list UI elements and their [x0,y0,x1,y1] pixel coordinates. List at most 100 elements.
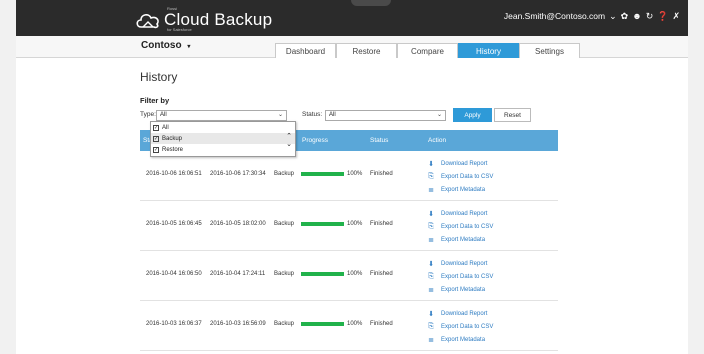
chevron-down-icon: ⌄ [436,112,442,118]
download-report-label: Download Report [441,310,488,317]
tab-history[interactable]: History [458,43,519,58]
progress-label: 100% [347,271,363,277]
col-action: Action [428,137,447,144]
checkbox-checked-icon[interactable]: ✓ [153,146,159,153]
job-status: Finished [370,321,393,327]
user-area: Jean.Smith@Contoso.com ⌄ ✿ ☻ ↻ ❓ ✗ [504,11,680,21]
option-label: Restore [162,146,184,153]
cloud-icon [136,14,159,29]
database-icon: ≣ [428,236,434,244]
table-row: 2016-10-06 16:06:51 2016-10-06 17:30:34 … [140,151,558,201]
export-file-icon: ⎘ [428,222,434,230]
download-icon: ⬇ [428,160,434,168]
page: Rossi Cloud Backup for Salesforce Jean.S… [0,0,704,354]
table-row: 2016-10-03 16:06:37 2016-10-03 16:56:09 … [140,301,558,351]
smile-icon[interactable]: ☻ [632,11,641,21]
download-report-label: Download Report [441,210,488,217]
dropdown-option-all[interactable]: ✓ All [151,122,295,133]
export-csv-link[interactable]: ⎘ Export Data to CSV [427,220,493,233]
progress-bar [301,222,344,226]
download-report-link[interactable]: ⬇ Download Report [427,157,493,170]
type-dropdown: ✓ All ✓ Backup ✓ Restore ⌃ ⌄ [150,121,296,157]
progress-bar [301,322,344,326]
tab-dashboard[interactable]: Dashboard [275,43,336,58]
option-label: Backup [162,135,183,142]
checkbox-checked-icon[interactable]: ✓ [153,135,159,142]
org-selector[interactable]: Contoso ▾ [141,40,190,51]
col-progress: Progress [302,137,329,144]
sync-icon[interactable]: ↻ [646,11,654,21]
job-type: Backup [274,171,295,177]
option-label: All [162,124,169,131]
end-time: 2016-10-06 17:30:34 [210,171,266,177]
chevron-down-icon[interactable]: ⌄ [609,11,617,21]
export-csv-label: Export Data to CSV [441,223,494,230]
user-email[interactable]: Jean.Smith@Contoso.com [504,11,605,21]
export-csv-label: Export Data to CSV [441,273,494,280]
main-tabs: Dashboard Restore Compare History Settin… [275,43,580,58]
page-title: History [140,70,178,84]
download-report-link[interactable]: ⬇ Download Report [427,307,493,320]
app-subtitle: for Salesforce [167,27,192,32]
tab-settings[interactable]: Settings [519,43,580,58]
table-row: 2016-10-05 16:06:45 2016-10-05 18:02:00 … [140,201,558,251]
reset-button[interactable]: Reset [494,108,531,122]
export-metadata-link[interactable]: ≣ Export Metadata [427,283,493,296]
export-csv-label: Export Data to CSV [441,173,494,180]
caret-down-icon: ▾ [187,44,191,50]
export-file-icon: ⎘ [428,322,434,330]
status-select-value: All [329,112,336,118]
type-label: Type: [140,111,156,118]
gear-icon[interactable]: ✿ [621,11,629,21]
export-metadata-link[interactable]: ≣ Export Metadata [427,233,493,246]
progress-label: 100% [347,221,363,227]
org-bar: Contoso ▾ Dashboard Restore Compare Hist… [16,36,688,58]
job-type: Backup [274,271,295,277]
row-actions: ⬇ Download Report ⎘ Export Data to CSV ≣ Ex… [427,257,493,296]
export-csv-link[interactable]: ⎘ Export Data to CSV [427,270,493,283]
status-select[interactable]: All ⌄ [325,110,446,121]
export-metadata-link[interactable]: ≣ Export Metadata [427,183,493,196]
main-content: History Filter by Type: All ⌄ Status: Al… [16,58,688,354]
row-actions: ⬇ Download Report ⎘ Export Data to CSV ≣ Ex… [427,207,493,246]
export-metadata-label: Export Metadata [441,286,486,293]
dropdown-scroll-arrows[interactable]: ⌃ ⌄ [286,133,292,149]
dropdown-option-backup[interactable]: ✓ Backup [151,133,295,144]
row-actions: ⬇ Download Report ⎘ Export Data to CSV ≣ Ex… [427,307,493,346]
chevron-up-icon[interactable]: ⌃ [286,133,292,141]
end-time: 2016-10-05 18:02:00 [210,221,266,227]
top-notch [351,0,391,6]
app-logo[interactable]: Rossi Cloud Backup for Salesforce [134,4,272,32]
top-bar: Rossi Cloud Backup for Salesforce Jean.S… [16,0,688,36]
download-icon: ⬇ [428,260,434,268]
progress-bar [301,172,344,176]
database-icon: ≣ [428,186,434,194]
database-icon: ≣ [428,286,434,294]
database-icon: ≣ [428,336,434,344]
type-select[interactable]: All ⌄ [156,110,287,121]
download-report-link[interactable]: ⬇ Download Report [427,207,493,220]
download-icon: ⬇ [428,310,434,318]
job-type: Backup [274,221,295,227]
start-time: 2016-10-04 16:06:50 [146,271,202,277]
tab-compare[interactable]: Compare [397,43,458,58]
checkbox-checked-icon[interactable]: ✓ [153,124,159,131]
end-time: 2016-10-04 17:24:11 [210,271,266,277]
end-time: 2016-10-03 16:56:09 [210,321,266,327]
job-status: Finished [370,221,393,227]
app-title: Cloud Backup [164,10,273,29]
export-metadata-link[interactable]: ≣ Export Metadata [427,333,493,346]
dropdown-option-restore[interactable]: ✓ Restore [151,144,295,155]
apply-button[interactable]: Apply [453,108,492,122]
export-csv-link[interactable]: ⎘ Export Data to CSV [427,170,493,183]
download-report-link[interactable]: ⬇ Download Report [427,257,493,270]
export-csv-link[interactable]: ⎘ Export Data to CSV [427,320,493,333]
download-icon: ⬇ [428,210,434,218]
chevron-down-icon[interactable]: ⌄ [286,141,292,149]
table-row: 2016-10-04 16:06:50 2016-10-04 17:24:11 … [140,251,558,301]
tab-restore[interactable]: Restore [336,43,397,58]
help-icon[interactable]: ❓ [657,11,668,21]
export-metadata-label: Export Metadata [441,236,486,243]
export-csv-label: Export Data to CSV [441,323,494,330]
tools-icon[interactable]: ✗ [672,11,680,21]
